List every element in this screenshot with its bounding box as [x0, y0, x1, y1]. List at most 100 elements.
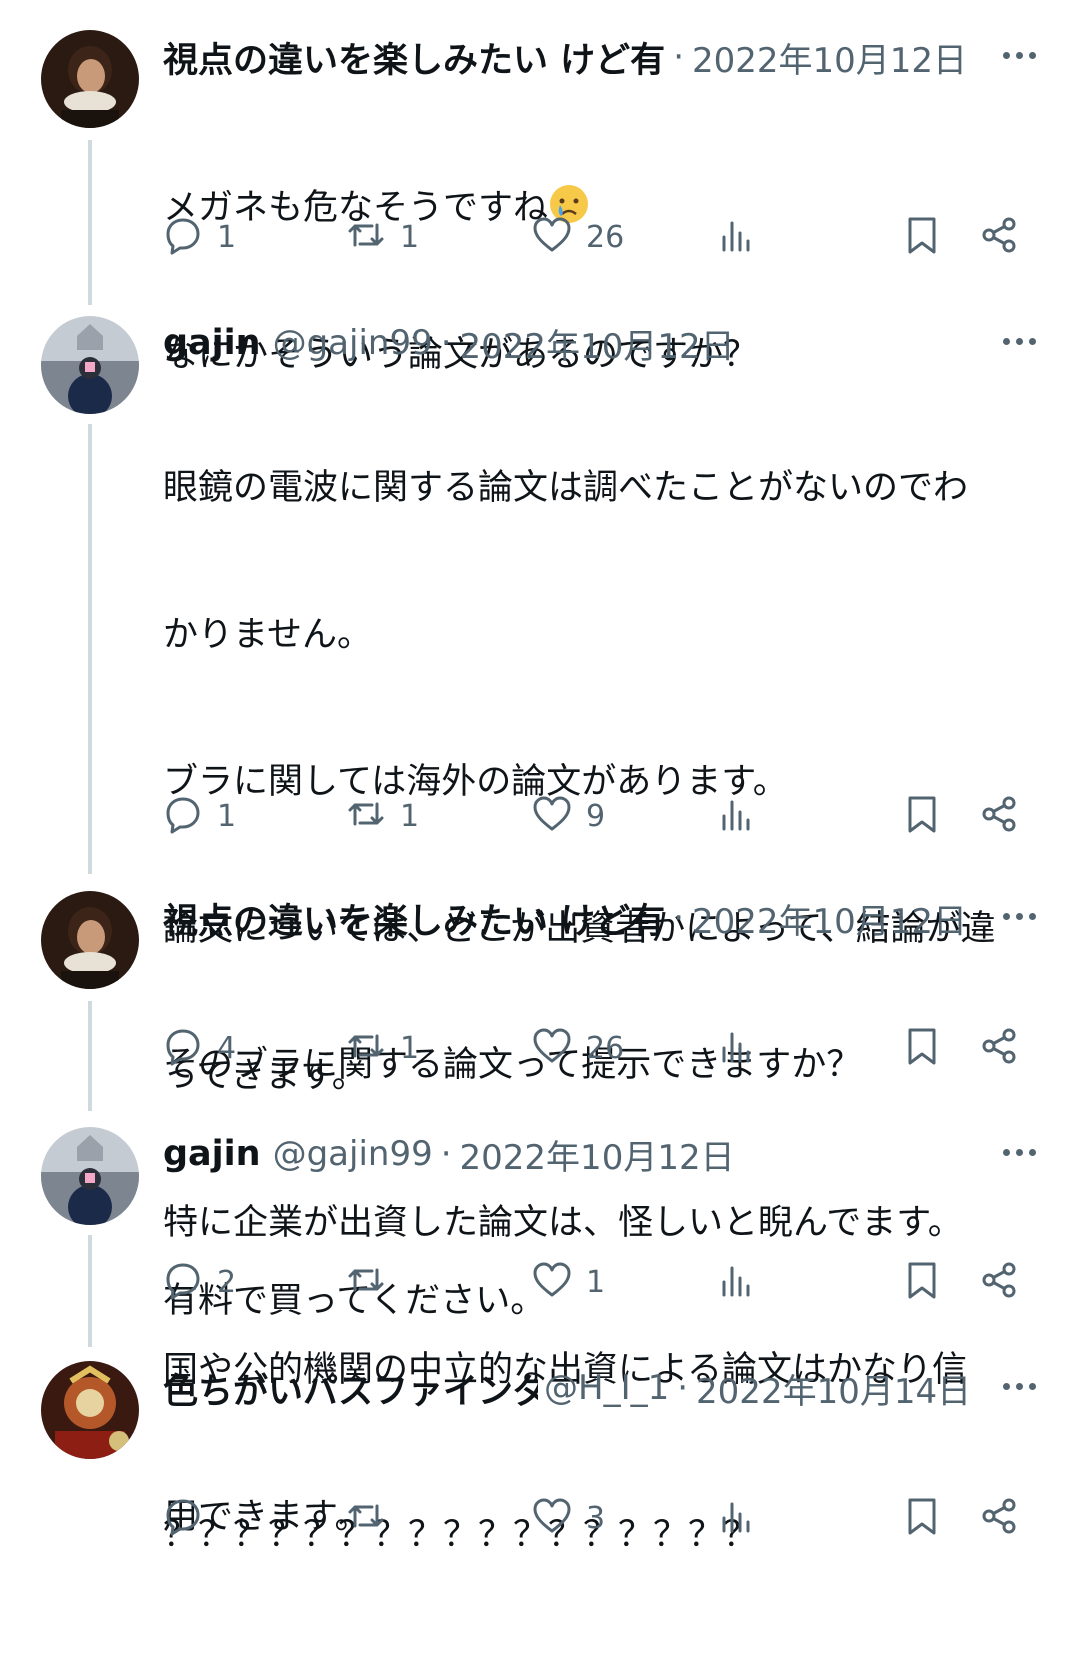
timestamp[interactable]: 2022年10月12日	[460, 1130, 735, 1179]
reply-icon	[163, 1026, 203, 1070]
character-avatar-icon	[41, 1361, 139, 1459]
reply-count: 2	[217, 1264, 237, 1300]
bookmark-button[interactable]	[902, 792, 942, 840]
display-name[interactable]: gajin	[163, 323, 261, 363]
reply-count: 4	[217, 1030, 237, 1066]
timestamp[interactable]: 2022年10月12日	[460, 319, 735, 368]
like-button[interactable]: 9	[532, 792, 605, 840]
like-count: 26	[586, 219, 625, 255]
display-name[interactable]: gajin	[163, 1134, 261, 1174]
action-bar: 4 1 26	[163, 1024, 1033, 1072]
reply-button[interactable]: 2	[163, 1258, 236, 1306]
views-icon	[717, 1260, 757, 1304]
views-button[interactable]	[717, 1494, 757, 1542]
photo-avatar-icon	[41, 316, 139, 414]
retweet-icon	[346, 1260, 386, 1304]
thread-line	[88, 1001, 92, 1111]
share-button[interactable]	[979, 213, 1019, 261]
tweet-line: かりません。	[163, 615, 372, 655]
bookmark-icon	[902, 1260, 942, 1304]
retweet-icon	[346, 794, 386, 838]
reply-icon	[163, 1496, 203, 1540]
views-icon	[717, 794, 757, 838]
retweet-button[interactable]: 1	[346, 1024, 419, 1072]
bookmark-icon	[902, 215, 942, 259]
thread-line	[88, 140, 92, 305]
like-button[interactable]: 1	[532, 1258, 605, 1306]
display-name[interactable]: 視点の違いを楽しみたい けど有	[163, 893, 665, 944]
timestamp[interactable]: 2022年10月12日	[692, 33, 967, 82]
retweet-button[interactable]	[346, 1494, 400, 1542]
share-button[interactable]	[979, 1258, 1019, 1306]
tweet[interactable]: gajin @gajin99 · 2022年10月12日 有料で買ってください。…	[0, 1127, 1080, 1352]
bookmark-button[interactable]	[902, 213, 942, 261]
user-handle[interactable]: @gajin99	[273, 1134, 433, 1174]
bookmark-button[interactable]	[902, 1258, 942, 1306]
retweet-button[interactable]: 1	[346, 792, 419, 840]
tweet[interactable]: 色ちがいパスファインダ @H_I_1 · 2022年10月14日 ？？？？？？？…	[0, 1361, 1080, 1597]
separator-dot: ·	[440, 1134, 452, 1174]
tweet[interactable]: 視点の違いを楽しみたい けど有 · 2022年10月12日 そのブラに関する論文…	[0, 891, 1080, 1121]
like-count: 9	[586, 798, 606, 834]
tweet-header: 視点の違いを楽しみたい けど有 · 2022年10月12日	[163, 893, 1060, 943]
avatar[interactable]	[41, 891, 139, 989]
avatar[interactable]	[41, 316, 139, 414]
avatar[interactable]	[41, 1127, 139, 1225]
like-button[interactable]: 3	[532, 1494, 605, 1542]
more-icon[interactable]	[1003, 1127, 1036, 1177]
portrait-avatar-icon	[41, 891, 139, 989]
tweet[interactable]: gajin @gajin99 · 2022年10月12日 眼鏡の電波に関する論文…	[0, 316, 1080, 1537]
share-icon	[979, 1026, 1019, 1070]
retweet-button[interactable]: 1	[346, 213, 419, 261]
share-icon	[979, 215, 1019, 259]
views-button[interactable]	[717, 1258, 757, 1306]
like-button[interactable]: 26	[532, 1024, 624, 1072]
reply-count: 1	[217, 798, 237, 834]
views-button[interactable]	[717, 1024, 757, 1072]
reply-button[interactable]: 1	[163, 213, 236, 261]
retweet-button[interactable]	[346, 1258, 400, 1306]
reply-button[interactable]: 4	[163, 1024, 236, 1072]
share-button[interactable]	[979, 1024, 1019, 1072]
views-icon	[717, 215, 757, 259]
thread-line	[88, 1235, 92, 1347]
views-button[interactable]	[717, 213, 757, 261]
action-bar: 1 1 26	[163, 213, 1033, 261]
share-button[interactable]	[979, 1494, 1019, 1542]
reply-icon	[163, 794, 203, 838]
views-button[interactable]	[717, 792, 757, 840]
tweet[interactable]: 視点の違いを楽しみたい けど有 · 2022年10月12日 メガネも危なそうです…	[0, 30, 1080, 375]
timestamp[interactable]: 2022年10月12日	[692, 894, 967, 943]
retweet-icon	[346, 215, 386, 259]
share-icon	[979, 1496, 1019, 1540]
avatar[interactable]	[41, 30, 139, 128]
reply-button[interactable]	[163, 1494, 217, 1542]
timestamp[interactable]: 2022年10月14日	[696, 1364, 971, 1413]
photo-avatar-icon	[41, 1127, 139, 1225]
retweet-count: 1	[400, 1030, 420, 1066]
user-handle[interactable]: @H_I_1	[544, 1368, 669, 1408]
action-bar: 21	[163, 1258, 1033, 1306]
display-name[interactable]: 視点の違いを楽しみたい けど有	[163, 32, 665, 83]
more-icon[interactable]	[1003, 30, 1036, 80]
like-button[interactable]: 26	[532, 213, 624, 261]
display-name[interactable]: 色ちがいパスファインダ	[163, 1363, 538, 1414]
like-icon	[532, 1260, 572, 1304]
user-handle[interactable]: @gajin99	[273, 323, 433, 363]
views-icon	[717, 1496, 757, 1540]
more-icon[interactable]	[1003, 1361, 1036, 1411]
share-icon	[979, 1260, 1019, 1304]
bookmark-button[interactable]	[902, 1024, 942, 1072]
share-button[interactable]	[979, 792, 1019, 840]
avatar[interactable]	[41, 1361, 139, 1459]
reply-icon	[163, 1260, 203, 1304]
like-icon	[532, 1026, 572, 1070]
like-icon	[532, 215, 572, 259]
like-count: 26	[586, 1030, 625, 1066]
more-icon[interactable]	[1003, 316, 1036, 366]
reply-button[interactable]: 1	[163, 792, 236, 840]
separator-dot: ·	[677, 1368, 689, 1408]
like-count: 1	[586, 1264, 606, 1300]
bookmark-button[interactable]	[902, 1494, 942, 1542]
more-icon[interactable]	[1003, 891, 1036, 941]
